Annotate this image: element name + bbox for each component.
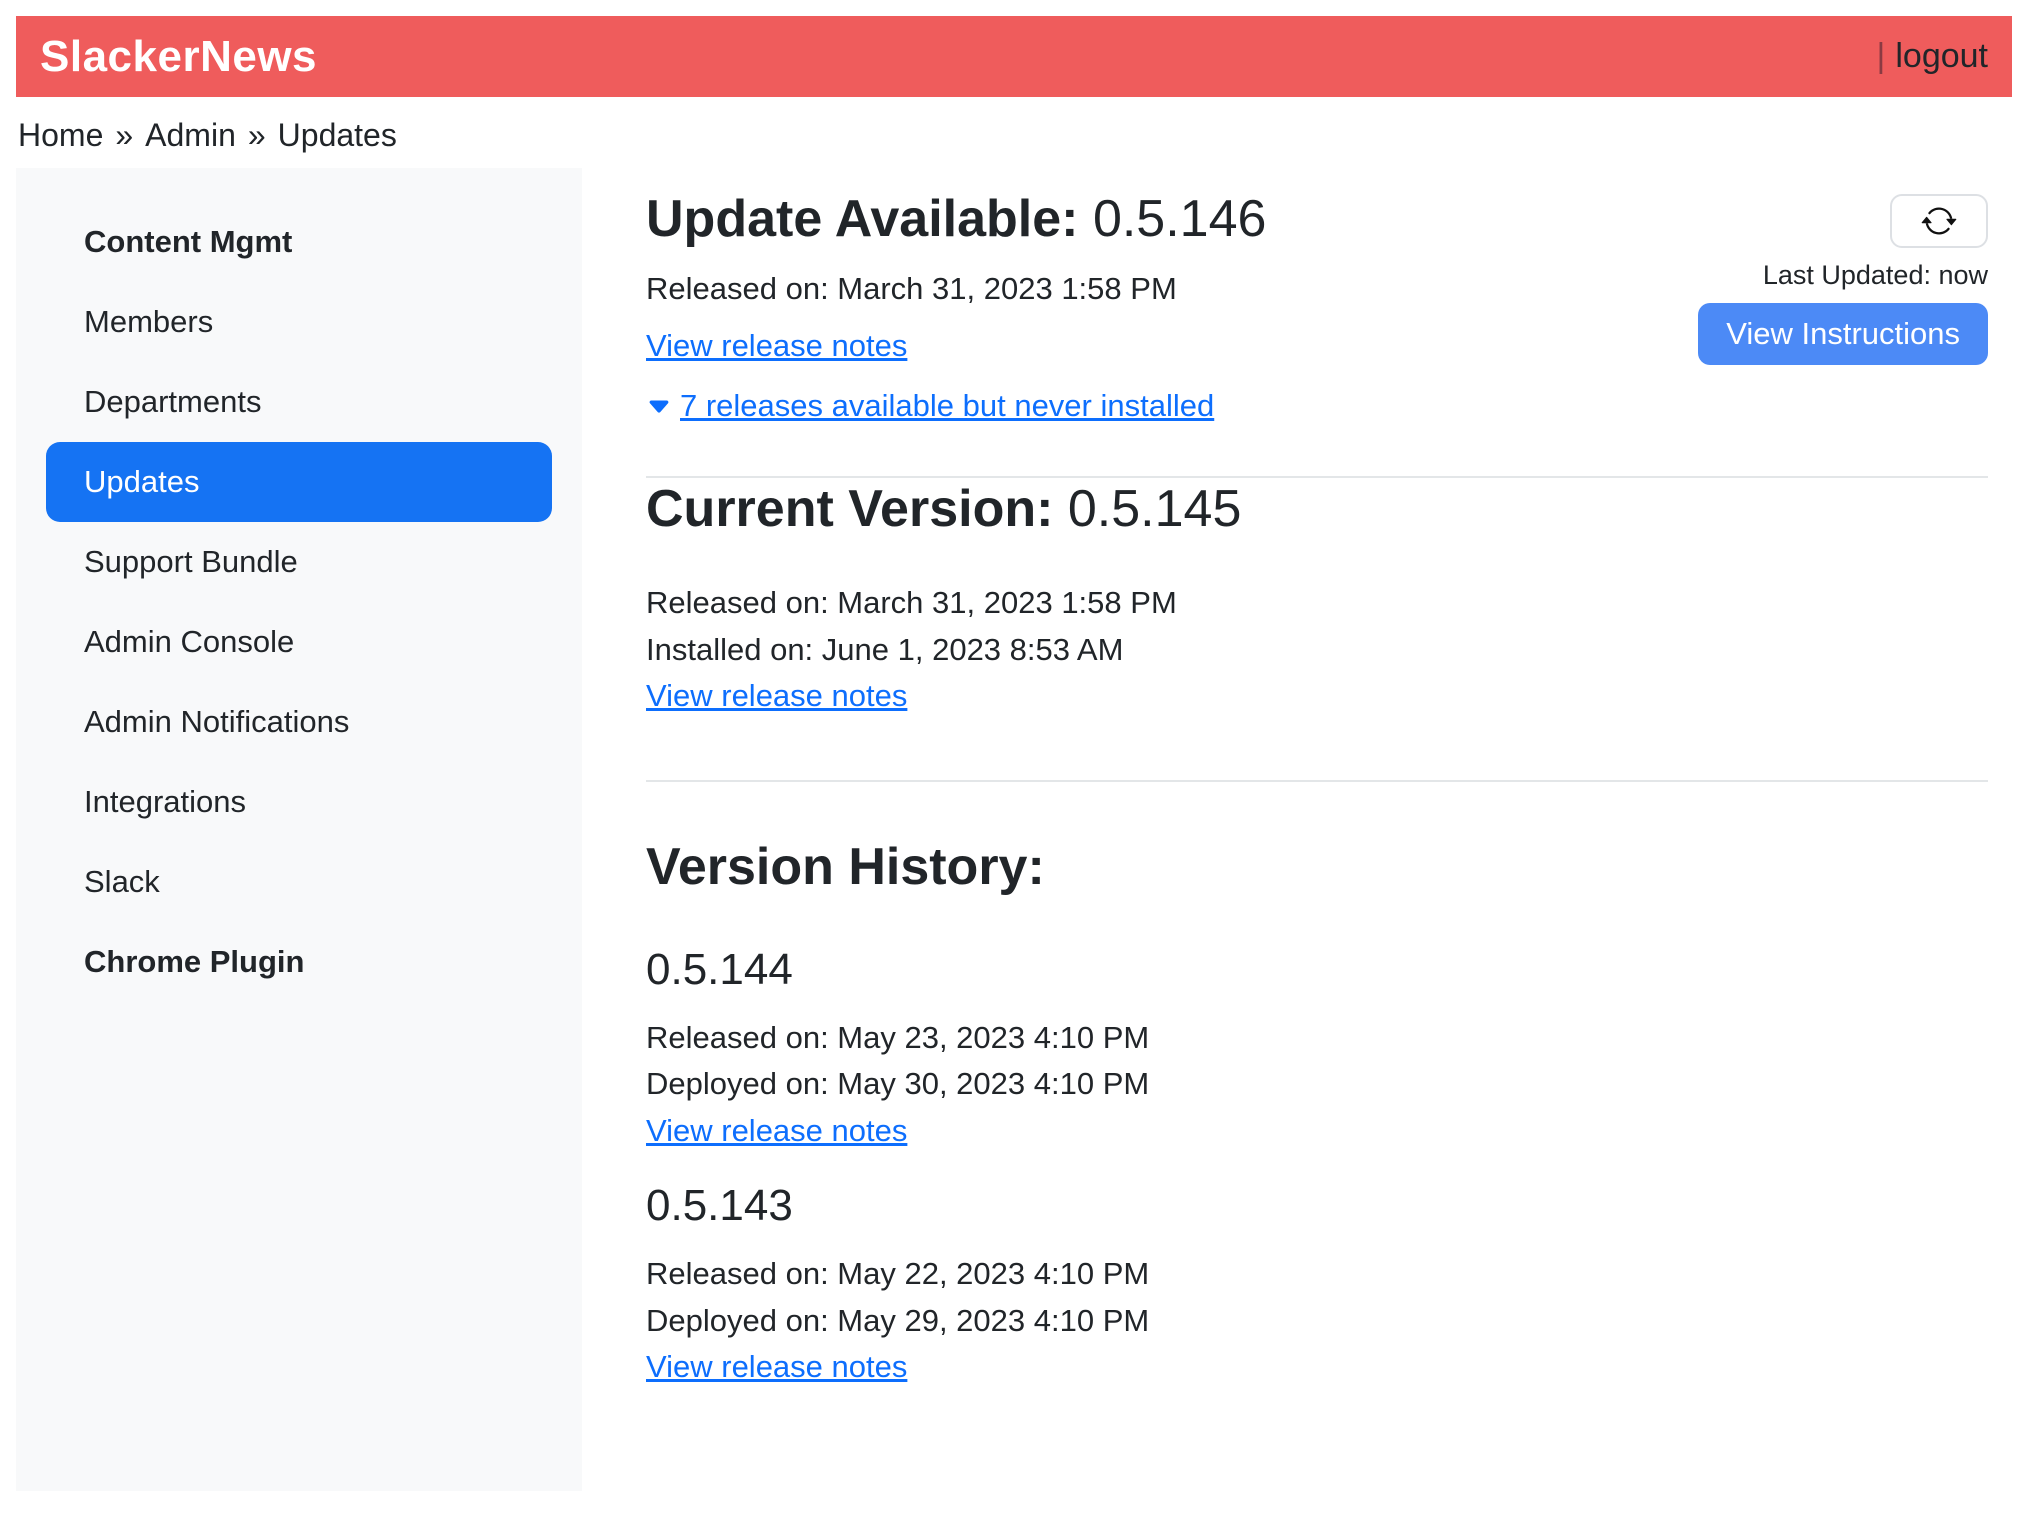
version-history-entry: 0.5.144 Released on: May 23, 2023 4:10 P…: [646, 944, 1988, 1154]
current-installed-on: Installed on: June 1, 2023 8:53 AM: [646, 627, 1988, 674]
breadcrumb-home[interactable]: Home: [18, 117, 103, 154]
update-available-info: Update Available: 0.5.146 Released on: M…: [646, 188, 1266, 430]
history-version-number: 0.5.144: [646, 944, 1988, 997]
update-release-notes-link[interactable]: View release notes: [646, 328, 907, 363]
current-version-label: Current Version:: [646, 480, 1053, 538]
sidebar-item-admin-notifications[interactable]: Admin Notifications: [46, 682, 552, 762]
history-release-notes-link[interactable]: View release notes: [646, 1113, 907, 1148]
history-released-on: Released on: May 23, 2023 4:10 PM: [646, 1015, 1988, 1062]
current-release-notes-row: View release notes: [646, 673, 1988, 720]
history-release-notes-row: View release notes: [646, 1108, 1988, 1155]
current-version-heading: Current Version: 0.5.145: [646, 478, 1988, 540]
sidebar-item-admin-console[interactable]: Admin Console: [46, 602, 552, 682]
update-release-notes-row: View release notes: [646, 323, 1266, 370]
update-available-section: Update Available: 0.5.146 Released on: M…: [646, 188, 1988, 430]
app-header: SlackerNews | logout: [16, 16, 2012, 97]
breadcrumb: Home » Admin » Updates: [0, 97, 2028, 168]
history-release-notes-row: View release notes: [646, 1344, 1988, 1391]
breadcrumb-separator: »: [115, 117, 133, 154]
last-updated-text: Last Updated: now: [1763, 260, 1988, 291]
breadcrumb-updates: Updates: [278, 117, 397, 154]
update-released-on: Released on: March 31, 2023 1:58 PM: [646, 266, 1266, 313]
update-available-version: 0.5.146: [1093, 190, 1267, 248]
version-history-entry: 0.5.143 Released on: May 22, 2023 4:10 P…: [646, 1180, 1988, 1390]
history-released-on: Released on: May 22, 2023 4:10 PM: [646, 1251, 1988, 1298]
current-release-notes-link[interactable]: View release notes: [646, 678, 907, 713]
sidebar-item-slack[interactable]: Slack: [46, 842, 552, 922]
current-version-section: Current Version: 0.5.145 Released on: Ma…: [646, 478, 1988, 720]
breadcrumb-separator: »: [248, 117, 266, 154]
refresh-button[interactable]: [1890, 194, 1988, 248]
admin-sidebar: Content Mgmt Members Departments Updates…: [16, 168, 582, 1491]
current-released-on: Released on: March 31, 2023 1:58 PM: [646, 580, 1988, 627]
logout-area: | logout: [1877, 37, 1988, 76]
sidebar-item-updates[interactable]: Updates: [46, 442, 552, 522]
content-area: Content Mgmt Members Departments Updates…: [16, 168, 2012, 1491]
sidebar-item-members[interactable]: Members: [46, 282, 552, 362]
sidebar-item-chrome-plugin[interactable]: Chrome Plugin: [46, 922, 552, 1002]
logout-link[interactable]: logout: [1895, 37, 1988, 76]
releases-toggle-link[interactable]: 7 releases available but never installed: [646, 383, 1214, 430]
sidebar-item-integrations[interactable]: Integrations: [46, 762, 552, 842]
update-available-heading: Update Available: 0.5.146: [646, 188, 1266, 250]
history-deployed-on: Deployed on: May 29, 2023 4:10 PM: [646, 1298, 1988, 1345]
caret-down-icon: [646, 394, 672, 420]
releases-toggle-row: 7 releases available but never installed: [646, 383, 1266, 430]
update-actions: Last Updated: now View Instructions: [1698, 194, 1988, 365]
version-history-section: Version History: 0.5.144 Released on: Ma…: [646, 836, 1988, 1391]
sidebar-item-departments[interactable]: Departments: [46, 362, 552, 442]
version-history-heading: Version History:: [646, 836, 1988, 898]
section-divider: [646, 780, 1988, 782]
view-instructions-button[interactable]: View Instructions: [1698, 303, 1988, 365]
breadcrumb-admin[interactable]: Admin: [145, 117, 236, 154]
history-release-notes-link[interactable]: View release notes: [646, 1349, 907, 1384]
sidebar-item-support-bundle[interactable]: Support Bundle: [46, 522, 552, 602]
logout-separator: |: [1877, 37, 1886, 76]
history-version-number: 0.5.143: [646, 1180, 1988, 1233]
history-deployed-on: Deployed on: May 30, 2023 4:10 PM: [646, 1061, 1988, 1108]
refresh-icon: [1921, 203, 1957, 239]
releases-toggle-label: 7 releases available but never installed: [680, 383, 1214, 430]
app-title: SlackerNews: [40, 32, 317, 82]
updates-main: Update Available: 0.5.146 Released on: M…: [582, 168, 2012, 1391]
update-available-label: Update Available:: [646, 190, 1078, 248]
current-version-number: 0.5.145: [1068, 480, 1242, 538]
sidebar-item-content-mgmt[interactable]: Content Mgmt: [46, 202, 552, 282]
